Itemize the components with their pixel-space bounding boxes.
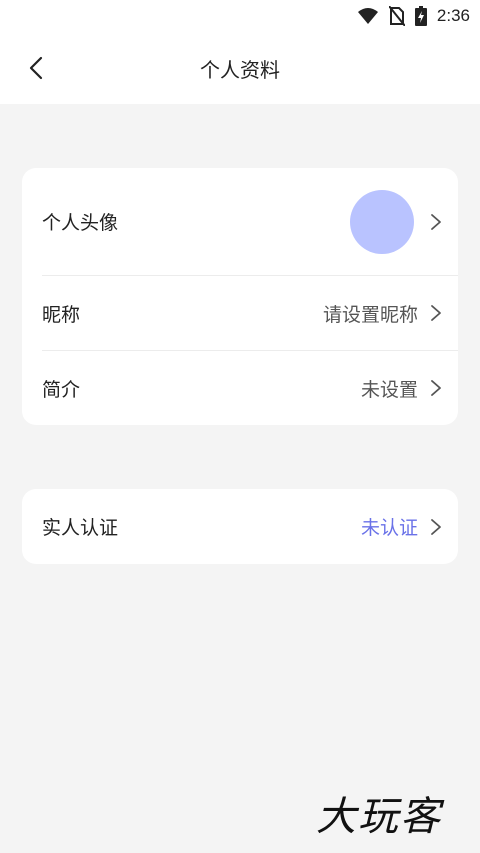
- nickname-row[interactable]: 昵称 请设置昵称: [22, 276, 458, 350]
- avatar-label: 个人头像: [42, 212, 119, 234]
- avatar[interactable]: [350, 189, 414, 254]
- verification-card: 实人认证 未认证: [22, 489, 458, 564]
- battery-charging-icon: [414, 6, 427, 26]
- nickname-label: 昵称: [42, 303, 81, 326]
- chevron-right-icon: [430, 379, 444, 397]
- status-bar: 2:36: [0, 0, 480, 32]
- wifi-icon: [357, 7, 379, 25]
- bio-row[interactable]: 简介 未设置: [22, 351, 458, 425]
- bio-label: 简介: [42, 378, 81, 401]
- header: 个人资料: [0, 32, 480, 104]
- back-icon: [29, 56, 43, 80]
- back-button[interactable]: [18, 50, 54, 86]
- status-time: 2:36: [436, 6, 470, 25]
- verification-row[interactable]: 实人认证 未认证: [22, 489, 458, 564]
- verification-label: 实人认证: [42, 517, 119, 539]
- chevron-right-icon: [430, 518, 444, 536]
- chevron-right-icon: [430, 304, 444, 322]
- nickname-value: 请设置昵称: [322, 303, 418, 326]
- no-sim-icon: [388, 6, 405, 26]
- verification-status: 未认证: [360, 517, 418, 539]
- page-title: 个人资料: [200, 57, 280, 82]
- avatar-row[interactable]: 个人头像: [22, 168, 458, 275]
- watermark-logo: 大玩客: [316, 794, 442, 840]
- profile-card: 个人头像 昵称 请设置昵称 简介 未设置: [22, 168, 458, 425]
- chevron-right-icon: [430, 213, 444, 231]
- bio-value: 未设置: [360, 378, 418, 401]
